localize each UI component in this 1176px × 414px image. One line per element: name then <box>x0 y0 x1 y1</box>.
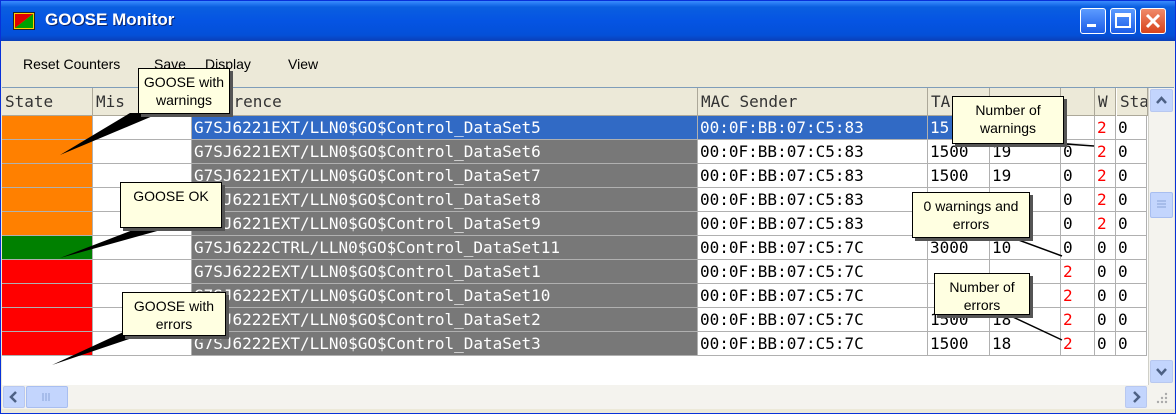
callout-number-of-errors: Number of errors <box>934 273 1030 315</box>
callout-goose-warnings: GOOSE with warnings <box>138 68 230 114</box>
callout-goose-errors: GOOSE with errors <box>122 292 226 336</box>
callout-number-of-warnings: Number of warnings <box>952 96 1064 144</box>
callout-zero-warnings-errors: 0 warnings and errors <box>912 192 1030 238</box>
callout-goose-ok: GOOSE OK <box>120 182 222 228</box>
